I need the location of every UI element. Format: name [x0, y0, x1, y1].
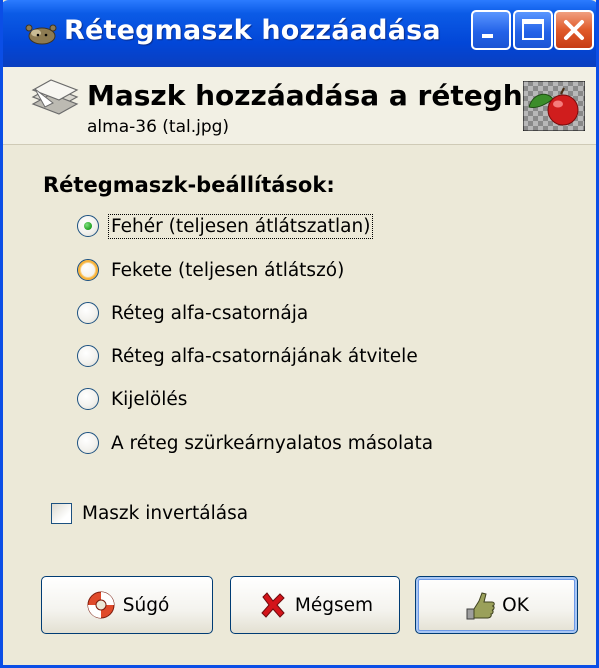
minimize-icon	[482, 34, 493, 38]
window-title: Rétegmaszk hozzáadása	[64, 15, 441, 46]
radio-button[interactable]	[77, 345, 99, 367]
option-layer-alpha[interactable]: Réteg alfa-csatornája	[77, 298, 310, 328]
ok-button[interactable]: OK	[415, 576, 578, 634]
gimp-icon	[22, 22, 60, 46]
option-selection[interactable]: Kijelölés	[77, 384, 189, 414]
red-x-icon	[257, 589, 289, 621]
close-icon	[564, 20, 584, 40]
cancel-button-label: Mégsem	[294, 594, 374, 616]
radio-button[interactable]	[77, 432, 99, 454]
option-label: Fehér (teljesen átlátszatlan)	[107, 213, 374, 239]
invert-mask-checkbox[interactable]	[51, 502, 72, 524]
option-white[interactable]: Fehér (teljesen átlátszatlan)	[77, 211, 374, 241]
close-button[interactable]	[554, 10, 594, 50]
invert-mask-label: Maszk invertálása	[82, 502, 249, 524]
option-label: Réteg alfa-csatornájának átvitele	[111, 345, 418, 367]
option-transfer-alpha[interactable]: Réteg alfa-csatornájának átvitele	[77, 341, 420, 371]
header-title: Maszk hozzáadása a réteghez	[87, 79, 558, 112]
dialog-header: Maszk hozzáadása a réteghez alma-36 (tal…	[3, 67, 596, 145]
option-label: Réteg alfa-csatornája	[111, 302, 309, 324]
apple-thumbnail	[522, 80, 586, 132]
ok-hand-icon	[464, 589, 496, 621]
help-button-label: Súgó	[122, 594, 170, 616]
lifebuoy-icon	[85, 589, 117, 621]
help-button[interactable]: Súgó	[41, 576, 213, 634]
dialog-content: Rétegmaszk-beállítások: Fehér (teljesen …	[3, 145, 596, 665]
invert-mask-checkbox-row[interactable]: Maszk invertálása	[51, 499, 248, 527]
radio-button[interactable]	[77, 302, 99, 324]
cancel-button[interactable]: Mégsem	[230, 576, 400, 634]
option-label: Fekete (teljesen átlátszó)	[111, 259, 345, 281]
option-label: Kijelölés	[111, 388, 188, 410]
option-black[interactable]: Fekete (teljesen átlátszó)	[77, 255, 346, 285]
mask-options-label: Rétegmaszk-beállítások:	[43, 173, 335, 197]
header-subtitle: alma-36 (tal.jpg)	[87, 117, 230, 137]
title-bar[interactable]: Rétegmaszk hozzáadása	[3, 0, 596, 67]
maximize-icon	[522, 19, 544, 40]
maximize-button[interactable]	[513, 10, 553, 50]
radio-button[interactable]	[77, 259, 99, 281]
option-grayscale-copy[interactable]: A réteg szürkeárnyalatos másolata	[77, 428, 435, 458]
radio-button[interactable]	[77, 388, 99, 410]
radio-button-checked[interactable]	[77, 215, 99, 237]
minimize-button[interactable]	[471, 10, 511, 50]
ok-button-label: OK	[502, 594, 529, 616]
layer-mask-icon	[29, 77, 81, 121]
option-label: A réteg szürkeárnyalatos másolata	[111, 432, 434, 454]
dialog-window: Rétegmaszk hozzáadása Maszk hozzáadása a…	[0, 0, 599, 668]
